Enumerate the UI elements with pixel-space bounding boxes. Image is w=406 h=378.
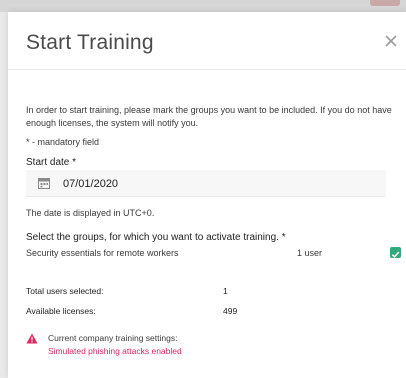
calendar-icon (38, 178, 50, 189)
dialog-header: Start Training (8, 12, 406, 70)
intro-text: In order to start training, please mark … (26, 105, 392, 128)
checkmark-icon (391, 251, 400, 258)
warning-icon (26, 333, 38, 344)
background-accent (370, 0, 400, 6)
total-users-label: Total users selected: (26, 286, 104, 296)
available-licenses-label: Available licenses: (26, 306, 96, 316)
timezone-note: The date is displayed in UTC+0. (26, 208, 155, 218)
training-settings-title: Current company training settings: (48, 333, 178, 343)
start-training-dialog: Start Training In order to start trainin… (8, 12, 406, 378)
mandatory-note: * - mandatory field (26, 137, 100, 147)
group-name: Security essentials for remote workers (26, 248, 179, 258)
background-top-bar (0, 0, 406, 12)
close-icon[interactable] (381, 31, 401, 51)
phishing-setting-status: Simulated phishing attacks enabled (48, 346, 182, 356)
group-user-count: 1 user (297, 248, 323, 258)
group-row[interactable]: Security essentials for remote workers 1… (26, 245, 401, 263)
available-licenses-value: 499 (223, 306, 238, 316)
start-date-value: 07/01/2020 (63, 178, 119, 190)
dialog-title: Start Training (26, 31, 154, 54)
start-date-field[interactable]: 07/01/2020 (26, 170, 386, 197)
total-users-value: 1 (223, 286, 228, 296)
group-checkbox[interactable] (390, 247, 401, 258)
groups-label: Select the groups, for which you want to… (26, 232, 286, 243)
start-date-label: Start date * (26, 157, 77, 168)
